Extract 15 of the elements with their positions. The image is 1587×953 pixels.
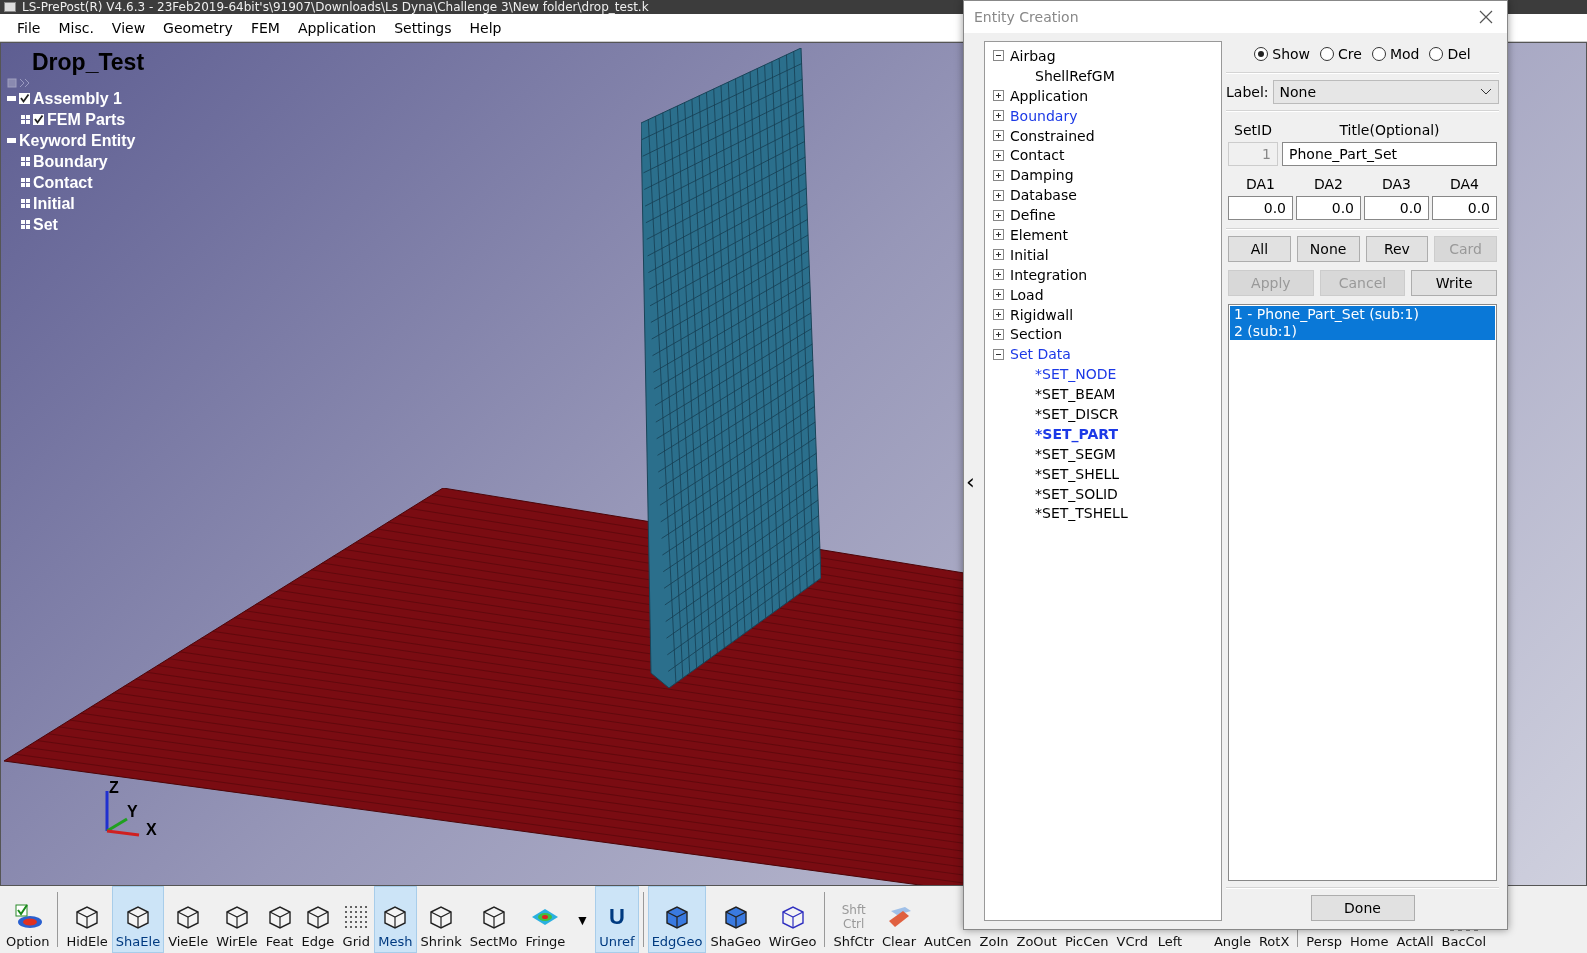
column-header: SetID xyxy=(1233,122,1273,138)
column-header: DA1 xyxy=(1245,176,1276,192)
window-title: LS-PrePost(R) V4.6.3 - 23Feb2019-64bit's\91907\Downloads\Ls Dyna\Challenge 3\New folder\drop_test.k xyxy=(22,0,649,14)
dialog-title: Entity Creation xyxy=(974,9,1079,25)
column-header: DA2 xyxy=(1313,176,1344,192)
column-header: DA3 xyxy=(1381,176,1412,192)
column-header: DA4 xyxy=(1449,176,1480,192)
axis-label: Y xyxy=(127,803,138,821)
axis-label: Z xyxy=(109,779,119,797)
field-label: Label: xyxy=(1226,84,1269,100)
column-header: Title(Optional) xyxy=(1338,122,1441,138)
model-title: Drop_Test xyxy=(32,49,146,76)
letter-icon: U xyxy=(609,903,625,931)
modifier-keys-icon: Shft Ctrl xyxy=(841,903,866,931)
axis-label: X xyxy=(146,821,157,839)
